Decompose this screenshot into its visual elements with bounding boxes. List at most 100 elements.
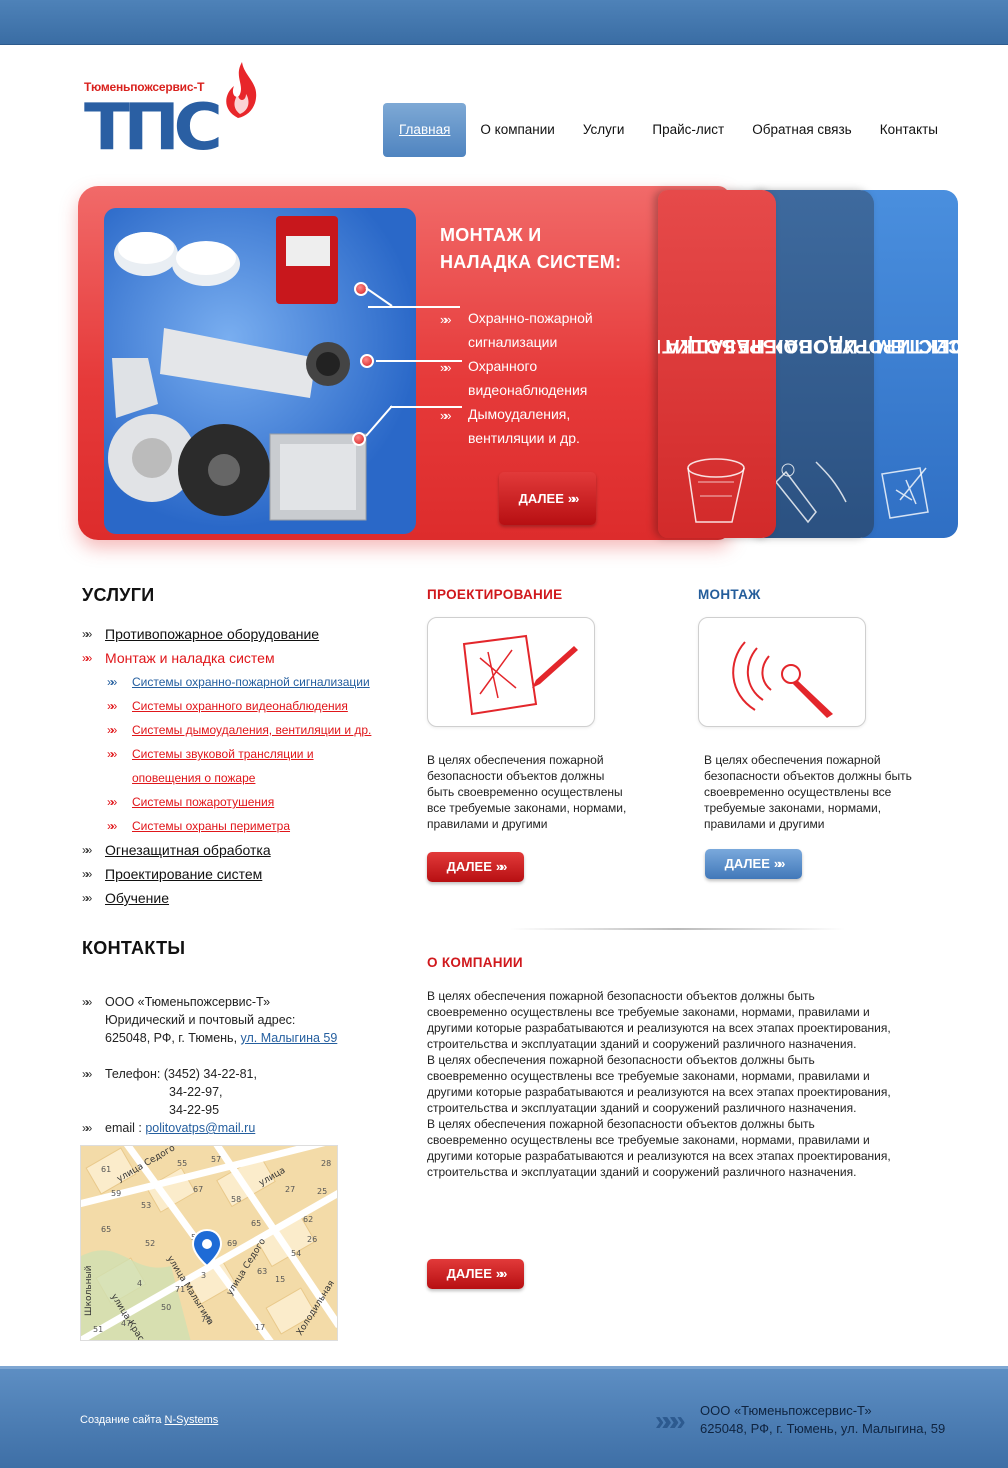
nav-services[interactable]: Услуги (569, 103, 639, 157)
main-nav: Главная О компании Услуги Прайс-лист Обр… (383, 103, 952, 157)
install-section: МОНТАЖ В целях обеспечения пожарной безо… (698, 587, 928, 879)
map-graphic: улица Седого улица Малыгина улица Седого… (81, 1146, 337, 1340)
tab-fireproofing-line2: ОБРАБОТКА (665, 335, 776, 356)
design-more-label: ДАЛЕЕ (446, 859, 492, 874)
nav-about[interactable]: О компании (466, 103, 568, 157)
chevrons-icon: »» (440, 408, 452, 423)
service-item[interactable]: »» Противопожарное оборудование (82, 622, 402, 646)
nav-home[interactable]: Главная (383, 103, 467, 157)
hero-banner: ПРОЕКТИРОВАНИЕСИСТЕМ ПРОТИВОПОЖАРНОЕОБОР… (70, 180, 960, 560)
hero-connector-2 (376, 360, 462, 362)
about-paragraph: В целях обеспечения пожарной безопасност… (427, 1053, 891, 1115)
service-item[interactable]: »» Проектирование систем (82, 862, 402, 886)
hero-more-label: ДАЛЕЕ (518, 491, 564, 506)
hero-item-1-line1: Охранно-пожарной (468, 310, 593, 326)
install-title: МОНТАЖ (698, 587, 761, 602)
service-link[interactable]: Огнезащитная обработка (105, 842, 271, 858)
chevrons-icon: »» (82, 891, 93, 905)
service-sublink[interactable]: Системы пожаротушения (132, 795, 274, 809)
map-number: 62 (303, 1215, 313, 1224)
service-item[interactable]: »» Монтаж и наладка систем (82, 646, 402, 670)
map-number: 69 (227, 1239, 237, 1248)
email-link[interactable]: politovatps@mail.ru (145, 1121, 255, 1135)
logo[interactable]: Тюменьпожсервис-Т ТПС (84, 60, 274, 160)
nav-contacts[interactable]: Контакты (866, 103, 952, 157)
service-subitem[interactable]: »» Системы охранного видеонаблюдения (82, 694, 402, 718)
map-number: 67 (193, 1185, 203, 1194)
map-number: 15 (275, 1275, 285, 1284)
hero-more-button[interactable]: ДАЛЕЕ»» (499, 472, 596, 525)
install-more-label: ДАЛЕЕ (724, 856, 770, 871)
nav-pricelist[interactable]: Прайс-лист (638, 103, 738, 157)
service-item[interactable]: »» Огнезащитная обработка (82, 838, 402, 862)
nav-feedback[interactable]: Обратная связь (738, 103, 865, 157)
service-sublink[interactable]: Системы охранно-пожарной сигнализации (132, 675, 370, 689)
design-title: ПРОЕКТИРОВАНИЕ (427, 587, 563, 602)
map-number: 17 (255, 1323, 265, 1332)
service-sublink[interactable]: Системы охраны периметра (132, 819, 290, 833)
service-subitem[interactable]: »» Системы дымоудаления, вентиляции и др. (82, 718, 402, 742)
hero-item-2-link-line2[interactable]: видеонаблюдения (468, 382, 587, 398)
hero-title-line1: МОНТАЖ И (440, 225, 542, 245)
chevrons-icon: »» (107, 747, 118, 761)
chevrons-icon: »» (82, 995, 93, 1009)
location-map[interactable]: улица Седого улица Малыгина улица Седого… (80, 1145, 338, 1341)
hero-title-line2: НАЛАДКА СИСТЕМ: (440, 252, 622, 272)
map-number: 50 (161, 1303, 171, 1312)
chevrons-icon: »» (107, 675, 118, 689)
contacts-title: КОНТАКТЫ (82, 938, 186, 958)
chevrons-icon: »» (82, 843, 93, 857)
address-map-link[interactable]: ул. Малыгина 59 (241, 1031, 338, 1045)
install-more-button[interactable]: ДАЛЕЕ»» (705, 849, 802, 879)
chevrons-icon: »» (82, 867, 93, 881)
map-number: 51 (93, 1325, 103, 1334)
service-subitem[interactable]: »» Системы охранно-пожарной сигнализации (82, 670, 402, 694)
service-subitem[interactable]: »» Системы охраны периметра (82, 814, 402, 838)
service-link[interactable]: Обучение (105, 890, 169, 906)
map-number: 47 (121, 1319, 131, 1328)
map-number: 65 (101, 1225, 111, 1234)
services-title: УСЛУГИ (82, 585, 155, 605)
design-more-button[interactable]: ДАЛЕЕ»» (427, 852, 524, 882)
service-link[interactable]: Проектирование систем (105, 866, 262, 882)
section-divider (510, 928, 845, 930)
design-card[interactable] (427, 617, 595, 727)
map-number: 61 (101, 1165, 111, 1174)
service-subitem[interactable]: »» Системы звуковой трансляции и (82, 742, 402, 766)
contacts-phone: »» Телефон: (3452) 34-22-81, 34-22-97, 3… (82, 1065, 382, 1119)
footer-address-block: ООО «Тюменьпожсервис-Т» 625048, РФ, г. Т… (700, 1402, 945, 1438)
chevrons-icon: »» (107, 699, 118, 713)
service-sublink[interactable]: Системы дымоудаления, вентиляции и др. (132, 723, 371, 737)
contacts-address-label: Юридический и почтовый адрес: (105, 1013, 296, 1027)
install-card[interactable] (698, 617, 866, 727)
map-number: 53 (141, 1201, 151, 1210)
map-number: 63 (257, 1267, 267, 1276)
chevrons-icon: »» (82, 627, 93, 641)
logo-text: ТПС (84, 91, 223, 165)
service-link[interactable]: Монтаж и наладка систем (105, 650, 275, 666)
about-more-button[interactable]: ДАЛЕЕ»» (427, 1259, 524, 1289)
phone-1: (3452) 34-22-81, (163, 1067, 257, 1081)
service-item[interactable]: »» Обучение (82, 886, 402, 910)
service-sublink[interactable]: Системы охранного видеонаблюдения (132, 699, 348, 713)
service-sublink[interactable]: оповещения о пожаре (132, 771, 255, 785)
service-sublink[interactable]: Системы звуковой трансляции и (132, 747, 314, 761)
chevrons-icon: »» (82, 1067, 93, 1081)
chevrons-icon: »» (82, 651, 93, 665)
map-number: 55 (177, 1159, 187, 1168)
developer-link[interactable]: N-Systems (165, 1414, 219, 1426)
tab-fireproofing[interactable]: ОГНЕЗАЩИТНАЯОБРАБОТКА (658, 190, 776, 538)
phone-2: 34-22-97, (169, 1085, 223, 1099)
hero-item-2-link-line1[interactable]: Охранного (468, 358, 537, 374)
drawing-sketch-icon (462, 634, 578, 716)
service-subitem[interactable]: »» Системы пожаротушения (82, 790, 402, 814)
map-number: 73 (201, 1315, 211, 1324)
service-subitem-continued[interactable]: оповещения о пожаре (82, 766, 402, 790)
service-link[interactable]: Противопожарное оборудование (105, 626, 319, 642)
chevrons-icon: »» (495, 859, 508, 874)
footer-address: 625048, РФ, г. Тюмень, ул. Малыгина, 59 (700, 1421, 946, 1436)
hero-item-2[interactable]: »» Охранного видеонаблюдения (440, 354, 618, 402)
map-number: 71 (175, 1285, 185, 1294)
chevrons-icon: »» (495, 1266, 508, 1281)
hero-item-3-line1: Дымоудаления, (468, 406, 571, 422)
